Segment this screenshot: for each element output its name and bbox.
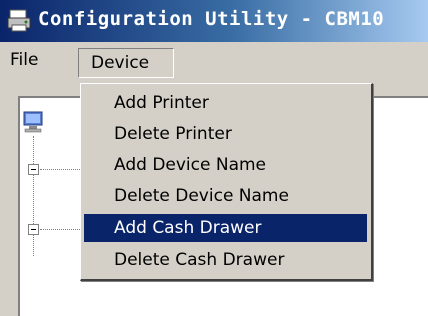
device-dropdown-menu: Add Printer Delete Printer Add Device Na… <box>80 83 373 281</box>
tree-connector <box>33 136 34 256</box>
menu-file[interactable]: File <box>10 50 38 70</box>
menu-bar: File Device <box>0 42 428 80</box>
menu-item-add-printer[interactable]: Add Printer <box>84 89 367 117</box>
computer-icon <box>23 111 43 133</box>
tree-expander-1[interactable] <box>28 164 39 175</box>
menu-device[interactable]: Device <box>78 48 174 78</box>
menu-item-delete-printer[interactable]: Delete Printer <box>84 120 367 148</box>
tree-connector <box>40 169 80 170</box>
title-bar[interactable]: Configuration Utility - CBM10 <box>0 0 428 42</box>
menu-item-add-device-name[interactable]: Add Device Name <box>84 151 367 179</box>
tree-expander-2[interactable] <box>28 224 39 235</box>
window-title: Configuration Utility - CBM10 <box>38 8 385 30</box>
menu-item-delete-cash-drawer[interactable]: Delete Cash Drawer <box>84 246 367 274</box>
tree-connector <box>40 229 80 230</box>
menu-item-add-cash-drawer[interactable]: Add Cash Drawer <box>84 214 367 242</box>
menu-item-delete-device-name[interactable]: Delete Device Name <box>84 182 367 210</box>
app-printer-icon <box>7 9 31 32</box>
